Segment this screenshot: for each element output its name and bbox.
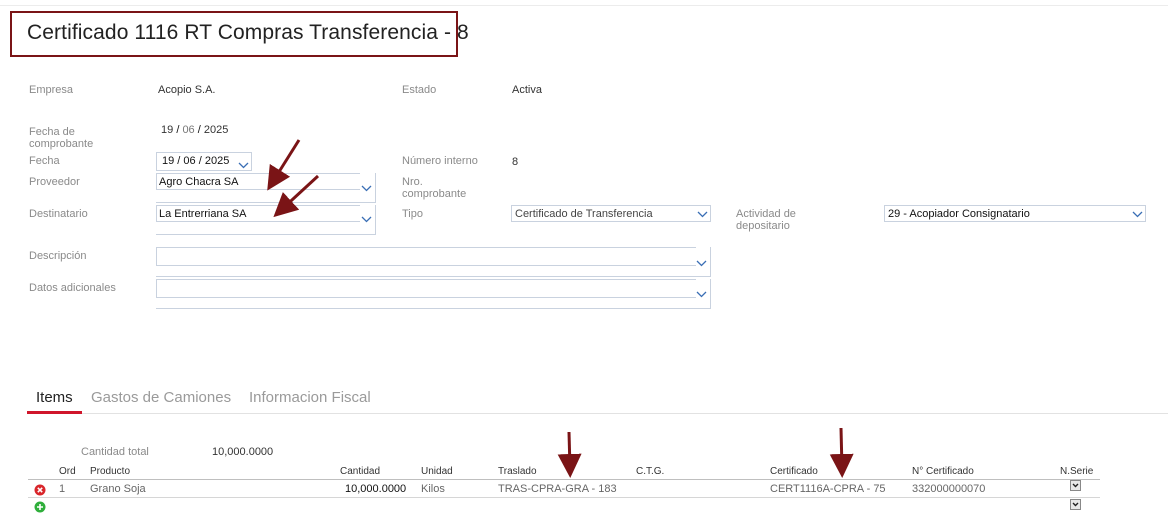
annotation-arrows bbox=[267, 139, 854, 478]
arrow-destinatario bbox=[273, 174, 320, 218]
arrow-traslado bbox=[557, 431, 582, 478]
arrow-proveedor bbox=[267, 139, 301, 191]
arrow-certificado bbox=[829, 427, 854, 478]
